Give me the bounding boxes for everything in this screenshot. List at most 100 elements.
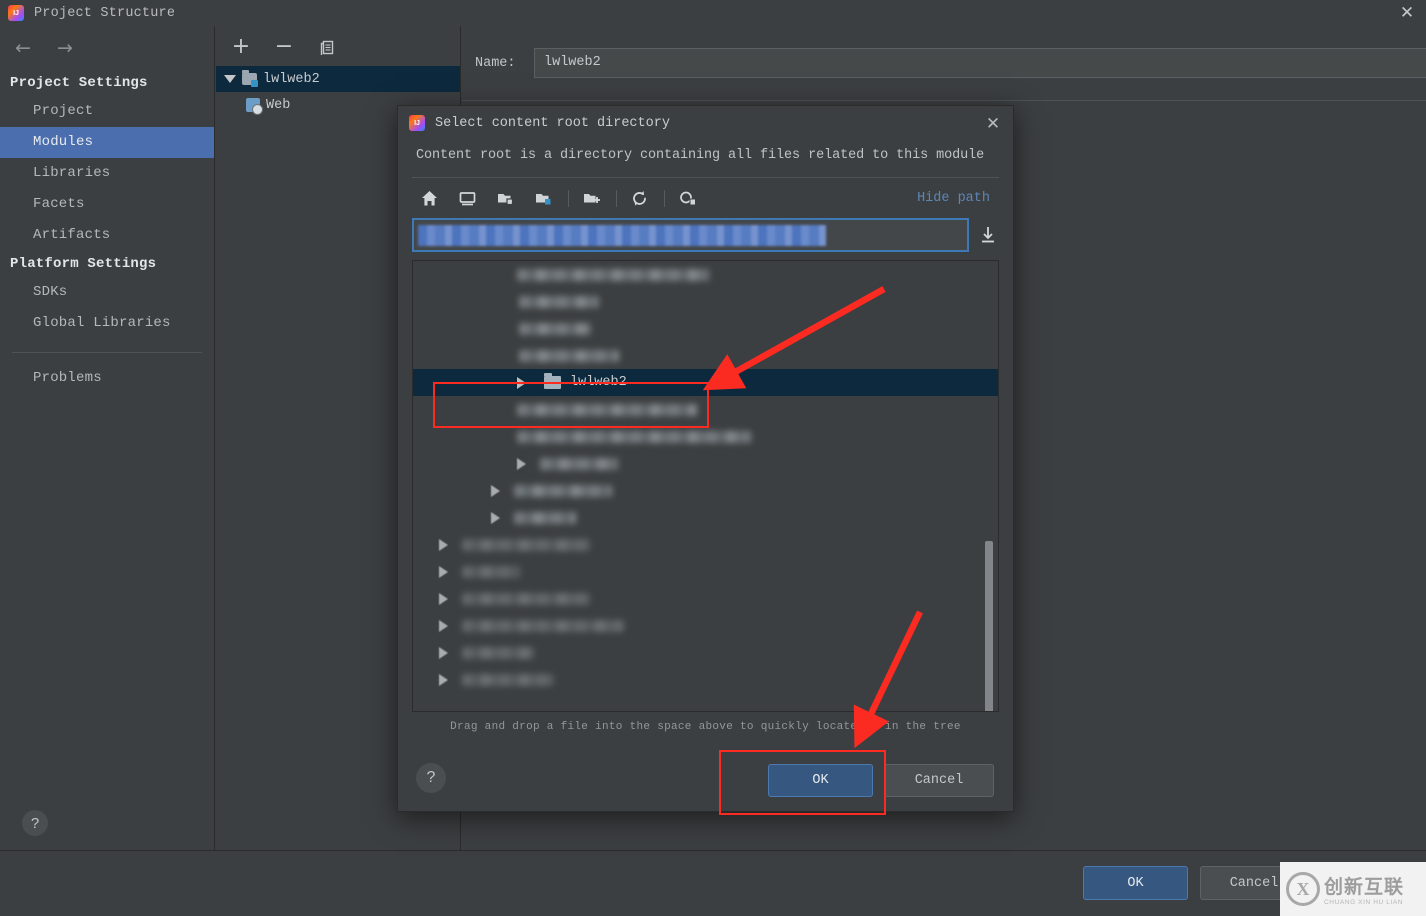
dialog-help-button[interactable]: ? [416,763,446,793]
sidebar-item-problems[interactable]: Problems [0,363,214,394]
show-hidden-icon[interactable] [674,185,701,212]
chevron-right-icon[interactable] [439,619,448,632]
directory-tree-label-redacted [519,349,619,362]
copy-icon[interactable] [316,36,338,58]
desktop-icon[interactable] [454,185,481,212]
directory-tree-row[interactable] [413,504,998,531]
home-icon[interactable] [416,185,443,212]
directory-tree-row[interactable] [413,666,998,693]
watermark-en-text: CHUANG XIN HU LIAN [1324,899,1404,906]
directory-tree-label-redacted [514,484,612,497]
chevron-right-icon[interactable] [491,484,500,497]
tree-scrollbar-thumb[interactable] [985,541,993,711]
chevron-right-icon[interactable] [517,376,526,389]
chevron-right-icon[interactable] [439,538,448,551]
dialog-close-icon[interactable]: ✕ [982,114,1004,136]
directory-tree-label-redacted [517,430,751,443]
settings-sidebar: ← → Project Settings Project Modules Lib… [0,26,215,850]
sidebar-item-project[interactable]: Project [0,96,214,127]
window-titlebar: Project Structure ✕ [0,0,1426,26]
dialog-footer: ? OK Cancel [398,745,1013,811]
chevron-right-icon[interactable] [491,511,500,524]
add-module-button[interactable]: + [230,36,252,58]
directory-tree-row[interactable] [413,585,998,612]
sidebar-item-modules[interactable]: Modules [0,127,214,158]
sidebar-item-sdks[interactable]: SDKs [0,277,214,308]
sidebar-item-facets[interactable]: Facets [0,189,214,220]
select-content-root-dialog: Select content root directory ✕ Content … [397,105,1014,812]
sidebar-item-libraries[interactable]: Libraries [0,158,214,189]
watermark-cn-text: 创新互联 [1324,876,1405,898]
dialog-titlebar: Select content root directory [398,106,1013,140]
dialog-title: Select content root directory [435,115,670,131]
path-selection-highlight [418,224,826,246]
intellij-idea-icon [8,5,24,21]
directory-tree-row[interactable] [413,315,998,342]
sidebar-group-project-settings: Project Settings [10,75,148,91]
web-facet-icon [246,98,263,115]
directory-tree-label-redacted [517,268,709,281]
chevron-right-icon[interactable] [439,673,448,686]
arrow-right-icon[interactable]: → [54,38,76,60]
project-folder-icon[interactable] [492,185,519,212]
folder-icon [544,373,561,389]
chevron-right-icon[interactable] [439,565,448,578]
directory-tree-row-selected[interactable]: lwlweb2 [413,369,998,396]
directory-tree-label-redacted [540,457,618,470]
tree-scrollbar[interactable] [984,261,996,711]
hide-path-link[interactable]: Hide path [917,191,990,206]
remove-module-button[interactable]: − [273,36,295,58]
directory-tree-row[interactable] [413,396,998,423]
watermark: X 创新互联 CHUANG XIN HU LIAN [1280,862,1426,916]
chevron-right-icon[interactable] [439,592,448,605]
module-tree-row-lwlweb2[interactable]: lwlweb2 [216,66,460,92]
directory-tree[interactable]: lwlweb2 [412,260,999,712]
chevron-right-icon[interactable] [517,457,526,470]
chevron-down-icon[interactable] [224,75,236,83]
dialog-toolbar: Hide path [398,178,1013,218]
module-folder-icon[interactable] [530,185,557,212]
download-icon[interactable] [977,222,999,248]
directory-tree-row[interactable] [413,261,998,288]
name-input[interactable]: lwlweb2 [534,48,1426,78]
window-ok-button[interactable]: OK [1083,866,1188,900]
directory-tree-row[interactable] [413,423,998,450]
directory-tree-label-redacted [462,592,590,605]
directory-tree-label-redacted [462,538,590,551]
name-row: Name: lwlweb2 [462,26,1426,78]
directory-tree-row[interactable] [413,531,998,558]
directory-tree-row[interactable] [413,558,998,585]
help-button[interactable]: ? [22,810,48,836]
dialog-ok-button[interactable]: OK [768,764,873,797]
directory-tree-label-redacted [462,673,554,686]
directory-tree-label-redacted [519,322,591,335]
watermark-logo-icon: X [1286,872,1320,906]
directory-tree-row[interactable] [413,477,998,504]
refresh-icon[interactable] [626,185,653,212]
sidebar-nav: ← → [0,26,214,70]
sidebar-item-artifacts[interactable]: Artifacts [0,220,214,251]
path-row [398,218,1013,252]
toolbar-separator [616,189,617,207]
directory-tree-row[interactable] [413,342,998,369]
directory-tree-row[interactable] [413,639,998,666]
directory-tree-label-redacted [462,619,624,632]
dialog-cancel-button[interactable]: Cancel [884,764,994,797]
chevron-right-icon[interactable] [439,646,448,659]
intellij-idea-icon [409,115,425,131]
close-icon[interactable]: ✕ [1396,2,1418,24]
directory-tree-label-redacted [514,511,576,524]
drag-drop-hint: Drag and drop a file into the space abov… [450,721,961,733]
arrow-left-icon[interactable]: ← [12,38,34,60]
sidebar-item-global-libraries[interactable]: Global Libraries [0,308,214,339]
directory-tree-row[interactable] [413,288,998,315]
directory-tree-label-redacted [519,295,599,308]
directory-tree-label-redacted [462,565,520,578]
app-root: Project Structure ✕ ← → Project Settings… [0,0,1426,916]
path-input[interactable] [412,218,969,252]
directory-tree-row[interactable] [413,450,998,477]
new-folder-icon[interactable] [578,185,605,212]
directory-tree-row[interactable] [413,612,998,639]
name-label: Name: [475,55,516,71]
directory-tree-rows: lwlweb2 [413,261,998,693]
